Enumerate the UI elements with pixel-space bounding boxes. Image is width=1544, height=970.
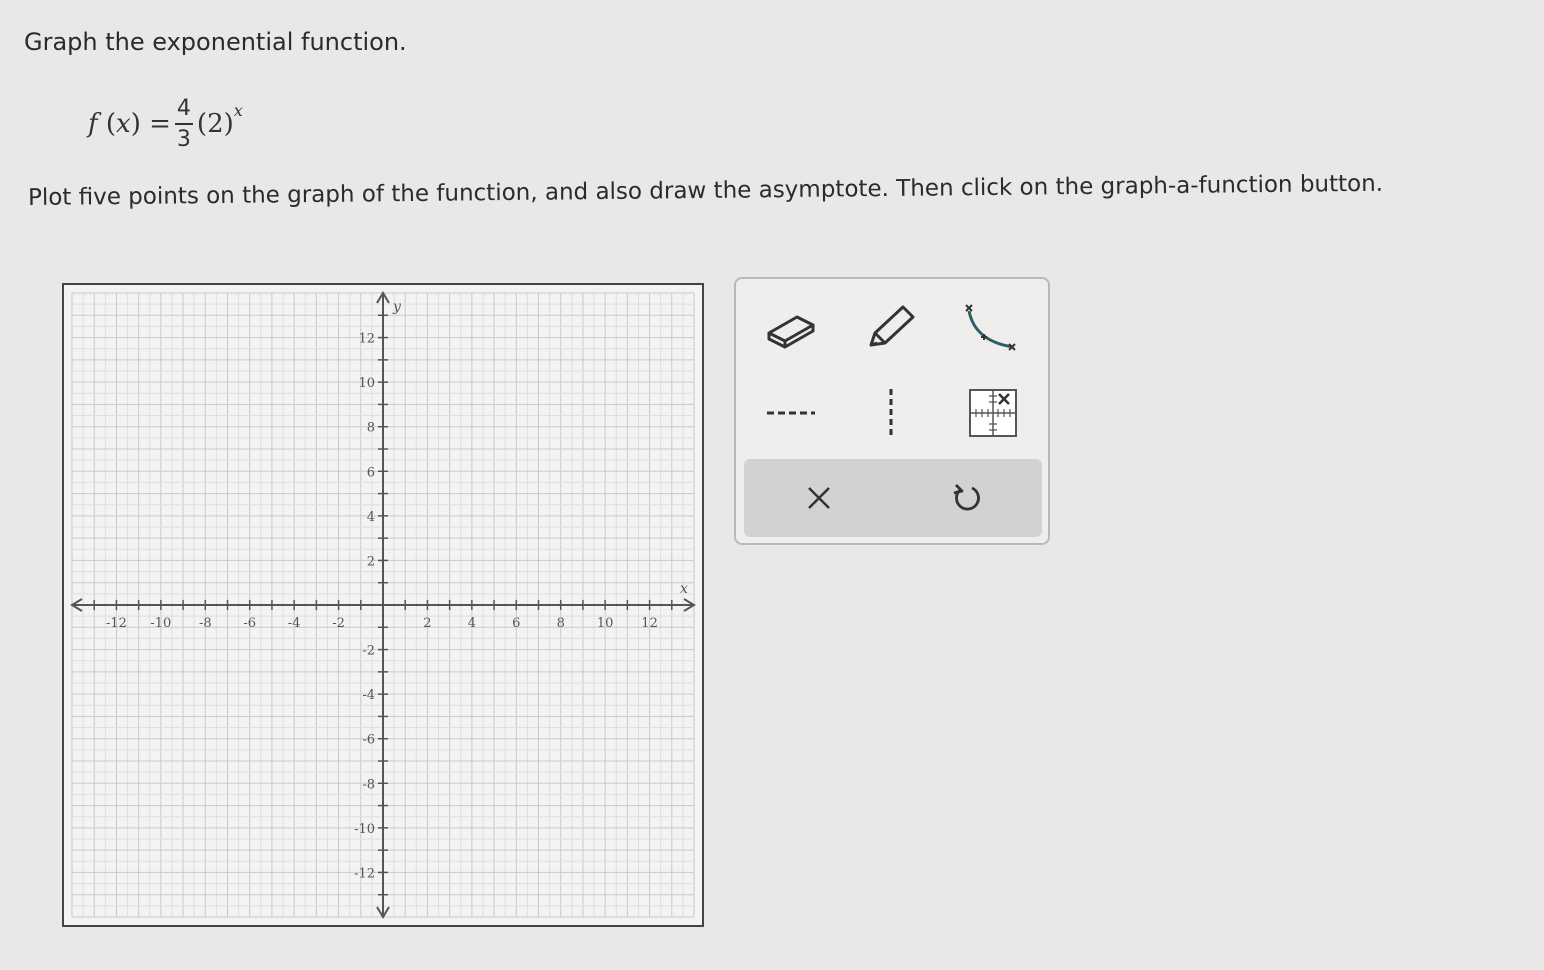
- vertical-dashed-line-icon: [889, 389, 893, 437]
- clear-button[interactable]: [784, 468, 854, 528]
- y-tick-label: -4: [362, 688, 375, 703]
- function-formula: f (x) = 4 3 (2) x: [88, 96, 243, 152]
- function-variable: x: [116, 109, 131, 139]
- x-tick-label: 8: [557, 616, 565, 631]
- x-tick-label: -4: [288, 616, 301, 631]
- pencil-tool[interactable]: [856, 297, 926, 357]
- y-tick-label: -10: [354, 822, 375, 837]
- exponential-base: 2: [207, 109, 224, 139]
- x-tick-label: -10: [150, 616, 171, 631]
- x-tick-label: -8: [199, 616, 212, 631]
- x-axis-label: x: [680, 581, 688, 597]
- function-name: f: [88, 109, 98, 139]
- x-tick-label: 2: [423, 616, 431, 631]
- y-tick-label: -8: [362, 777, 375, 792]
- x-tick-label: -2: [332, 616, 345, 631]
- coordinate-plane[interactable]: -12 -10 -8 -6 -4 -2 2 4 6 8 10 12 12 10 8 6 4 2 -2 -4 -6 -8 -1…: [62, 283, 704, 927]
- y-tick-label: 6: [367, 465, 375, 480]
- exponent: x: [233, 100, 243, 120]
- eraser-icon: [767, 315, 815, 349]
- fraction-denominator: 3: [176, 127, 191, 152]
- graph-toolbox: [734, 277, 1050, 545]
- coefficient-fraction: 4 3: [174, 96, 193, 152]
- eraser-tool[interactable]: [756, 299, 826, 359]
- y-tick-label: -6: [362, 733, 375, 748]
- y-tick-label: -2: [362, 644, 375, 659]
- y-tick-label: 12: [358, 332, 375, 347]
- pencil-icon: [869, 305, 915, 347]
- x-tick-label: 4: [468, 616, 476, 631]
- undo-button[interactable]: [932, 468, 1002, 528]
- x-tick-label: -12: [106, 616, 127, 631]
- action-bar: [744, 459, 1042, 537]
- y-tick-label: 10: [358, 376, 375, 391]
- vertical-asymptote-tool[interactable]: [856, 383, 926, 443]
- exponential-curve-tool[interactable]: [954, 295, 1024, 355]
- x-tick-label: 12: [641, 616, 658, 631]
- horizontal-asymptote-tool[interactable]: [756, 383, 826, 443]
- graph-function-icon: [969, 389, 1017, 437]
- graph-area[interactable]: -12 -10 -8 -6 -4 -2 2 4 6 8 10 12 12 10 8 6 4 2 -2 -4 -6 -8 -1…: [62, 283, 704, 927]
- x-tick-label: 6: [512, 616, 520, 631]
- undo-icon: [953, 484, 980, 511]
- instruction-text: Plot five points on the graph of the fun…: [27, 170, 1384, 211]
- problem-prompt: Graph the exponential function.: [24, 28, 407, 56]
- y-tick-label: 8: [367, 421, 375, 436]
- y-tick-label: 4: [367, 510, 375, 525]
- graph-a-function-button[interactable]: [958, 383, 1028, 443]
- close-icon: [808, 487, 830, 509]
- x-tick-label: -6: [243, 616, 256, 631]
- y-axis-label: y: [392, 299, 402, 315]
- fraction-numerator: 4: [176, 96, 191, 121]
- y-tick-label: 2: [367, 554, 375, 569]
- x-tick-label: 10: [597, 616, 614, 631]
- horizontal-dashed-line-icon: [767, 411, 815, 415]
- y-tick-label: -12: [354, 866, 375, 881]
- exponential-curve-icon: [965, 304, 1016, 351]
